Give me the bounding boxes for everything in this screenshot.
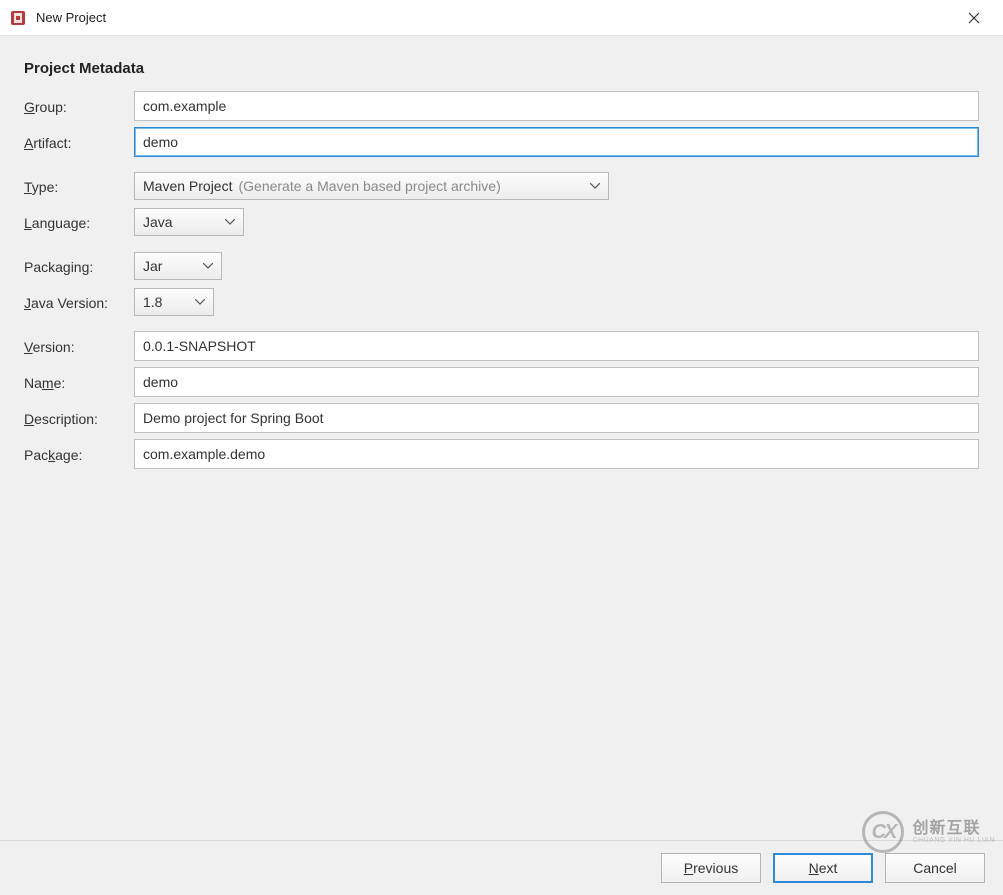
java-version-value: 1.8 [143, 294, 162, 310]
label-type: Type: [24, 178, 134, 195]
titlebar: New Project [0, 0, 1003, 36]
watermark: CX 创新互联 CHUANG XIN HU LIAN [862, 811, 995, 853]
package-input[interactable] [134, 439, 979, 469]
chevron-down-icon [588, 183, 602, 189]
type-value: Maven Project [143, 178, 232, 194]
packaging-combo[interactable]: Jar [134, 252, 222, 280]
separator [0, 840, 1003, 841]
label-artifact: Artifact: [24, 134, 134, 151]
packaging-value: Jar [143, 258, 162, 274]
label-name: Name: [24, 374, 134, 391]
type-combo[interactable]: Maven Project (Generate a Maven based pr… [134, 172, 609, 200]
cancel-button[interactable]: Cancel [885, 853, 985, 883]
label-language: Language: [24, 214, 134, 231]
row-name: Name: [24, 367, 979, 397]
group-input[interactable] [134, 91, 979, 121]
row-version: Version: [24, 331, 979, 361]
artifact-input[interactable] [134, 127, 979, 157]
watermark-logo: CX [862, 811, 904, 853]
description-input[interactable] [134, 403, 979, 433]
row-group: Group: [24, 91, 979, 121]
chevron-down-icon [193, 299, 207, 305]
row-type: Type: Maven Project (Generate a Maven ba… [24, 171, 979, 201]
label-group: Group: [24, 98, 134, 115]
chevron-down-icon [201, 263, 215, 269]
close-icon [968, 12, 980, 24]
java-version-combo[interactable]: 1.8 [134, 288, 214, 316]
row-package: Package: [24, 439, 979, 469]
watermark-cn: 创新互联 [912, 821, 995, 837]
language-combo[interactable]: Java [134, 208, 244, 236]
label-java-version: Java Version: [24, 294, 134, 311]
label-package: Package: [24, 446, 134, 463]
row-packaging: Packaging: Jar [24, 251, 979, 281]
app-icon [10, 10, 26, 26]
label-packaging: Packaging: [24, 258, 134, 275]
type-hint: (Generate a Maven based project archive) [238, 178, 500, 194]
name-input[interactable] [134, 367, 979, 397]
version-input[interactable] [134, 331, 979, 361]
row-language: Language: Java [24, 207, 979, 237]
window-title: New Project [36, 10, 951, 25]
row-artifact: Artifact: [24, 127, 979, 157]
chevron-down-icon [223, 219, 237, 225]
section-title: Project Metadata [24, 60, 979, 77]
previous-button[interactable]: Previous [661, 853, 761, 883]
dialog-content: Project Metadata Group: Artifact: Type: … [0, 36, 1003, 469]
language-value: Java [143, 214, 173, 230]
label-version: Version: [24, 338, 134, 355]
close-button[interactable] [951, 0, 997, 36]
row-description: Description: [24, 403, 979, 433]
row-java-version: Java Version: 1.8 [24, 287, 979, 317]
next-button[interactable]: Next [773, 853, 873, 883]
button-bar: Previous Next Cancel [661, 853, 985, 883]
label-description: Description: [24, 410, 134, 427]
